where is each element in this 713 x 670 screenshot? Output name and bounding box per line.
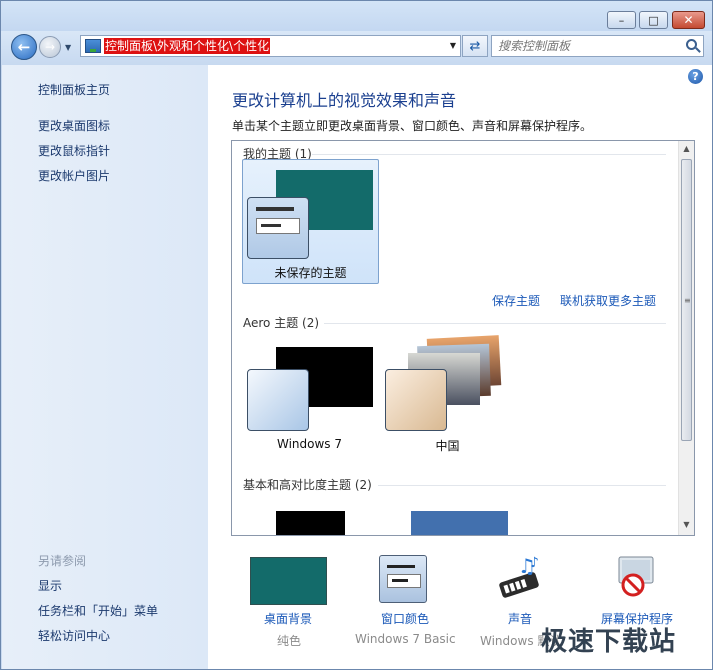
scroll-down-icon[interactable]: ▼ (681, 520, 692, 532)
theme-tile-unsaved[interactable]: 未保存的主题 (242, 159, 379, 284)
desktop-background-button[interactable] (250, 555, 328, 615)
control-panel-icon (85, 39, 101, 53)
sidebar-item-desktop-icons[interactable]: 更改桌面图标 (38, 117, 110, 134)
desktop-background-value: 纯色 (277, 634, 302, 648)
address-path[interactable]: 控制面板\外观和个性化\个性化 (104, 38, 271, 54)
theme-preview-basic[interactable] (411, 511, 508, 535)
theme-list-scrollbar[interactable]: ▲ ≡ ▼ (678, 141, 694, 535)
sounds-button[interactable]: ♫ ♪ (496, 553, 546, 603)
maximize-button[interactable]: □ (639, 11, 668, 29)
sidebar-item-display[interactable]: 显示 (38, 577, 62, 594)
get-more-themes-link[interactable]: 联机获取更多主题 (560, 292, 656, 309)
sounds-icon: ♫ ♪ (499, 554, 539, 598)
refresh-button[interactable]: ⇄ (462, 35, 488, 57)
desktop-background-icon (250, 557, 327, 605)
search-box[interactable] (491, 35, 704, 57)
window-color-button[interactable] (379, 555, 429, 605)
window-color-label[interactable]: 窗口颜色 (381, 610, 429, 627)
window-color-preview (385, 369, 447, 431)
theme-name-unsaved: 未保存的主题 (274, 266, 347, 280)
navigation-bar: ← → ▼ 控制面板\外观和个性化\个性化 ▼ ⇄ (1, 31, 712, 65)
search-input[interactable] (498, 38, 678, 54)
sidebar-item-mouse-pointers[interactable]: 更改鼠标指针 (38, 142, 110, 159)
desktop-background-label[interactable]: 桌面背景 (264, 610, 312, 627)
theme-name-china: 中国 (435, 439, 460, 453)
group-divider (312, 154, 666, 155)
window-color-preview (247, 197, 309, 259)
theme-preview-basic[interactable] (276, 511, 345, 535)
close-icon: ✕ (683, 13, 694, 27)
window-color-value: Windows 7 Basic (355, 632, 456, 646)
watermark: 极速下载站 (541, 627, 677, 657)
recent-pages-dropdown[interactable]: ▼ (65, 43, 75, 53)
forward-button[interactable]: → (39, 36, 61, 58)
back-button[interactable]: ← (11, 34, 37, 60)
theme-tile-windows7[interactable]: Windows 7 (242, 337, 377, 457)
help-icon[interactable]: ? (688, 69, 703, 84)
search-icon[interactable] (686, 39, 697, 50)
theme-list[interactable]: 我的主题 (1) 未保存的主题 保存主题 联机获取更多主题 Aero 主题 (2… (231, 140, 695, 536)
save-theme-link[interactable]: 保存主题 (492, 292, 540, 309)
window-color-icon (379, 555, 427, 603)
main-content: ? 更改计算机上的视觉效果和声音 单击某个主题立即更改桌面背景、窗口颜色、声音和… (208, 65, 712, 669)
screen-saver-button[interactable] (611, 553, 661, 603)
scroll-up-icon[interactable]: ▲ (681, 144, 692, 156)
address-dropdown-icon[interactable]: ▼ (450, 41, 456, 50)
sounds-label[interactable]: 声音 (508, 610, 532, 627)
page-title: 更改计算机上的视觉效果和声音 (232, 91, 457, 110)
group-divider (378, 485, 666, 486)
group-header-basic-themes: 基本和高对比度主题 (2) (243, 478, 372, 492)
minimize-icon: – (618, 13, 625, 27)
title-bar: – □ ✕ (1, 1, 712, 31)
page-description: 单击某个主题立即更改桌面背景、窗口颜色、声音和屏幕保护程序。 (232, 119, 593, 133)
group-header-aero-themes: Aero 主题 (2) (243, 316, 320, 330)
scroll-thumb[interactable]: ≡ (681, 159, 692, 441)
personalization-window: – □ ✕ ← → ▼ 控制面板\外观和个性化\个性化 ▼ ⇄ 控制面板主页 更… (0, 0, 713, 670)
maximize-icon: □ (648, 13, 659, 27)
sidebar-item-control-panel-home[interactable]: 控制面板主页 (38, 81, 110, 98)
group-divider (324, 323, 666, 324)
minimize-button[interactable]: – (607, 11, 636, 29)
theme-tile-china[interactable]: 中国 (380, 335, 515, 457)
svg-text:♪: ♪ (530, 555, 539, 571)
sidebar-item-taskbar-start-menu[interactable]: 任务栏和「开始」菜单 (38, 602, 158, 619)
sidebar-item-ease-of-access[interactable]: 轻松访问中心 (38, 627, 110, 644)
theme-name-windows7: Windows 7 (276, 437, 342, 451)
close-button[interactable]: ✕ (672, 11, 705, 29)
see-also-heading: 另请参阅 (38, 554, 87, 568)
screen-saver-icon (618, 556, 654, 597)
sidebar: 控制面板主页 更改桌面图标 更改鼠标指针 更改帐户图片 另请参阅 显示 任务栏和… (2, 65, 208, 669)
window-color-preview (247, 369, 309, 431)
sidebar-item-account-picture[interactable]: 更改帐户图片 (38, 167, 110, 184)
address-bar[interactable]: 控制面板\外观和个性化\个性化 ▼ (80, 35, 461, 57)
